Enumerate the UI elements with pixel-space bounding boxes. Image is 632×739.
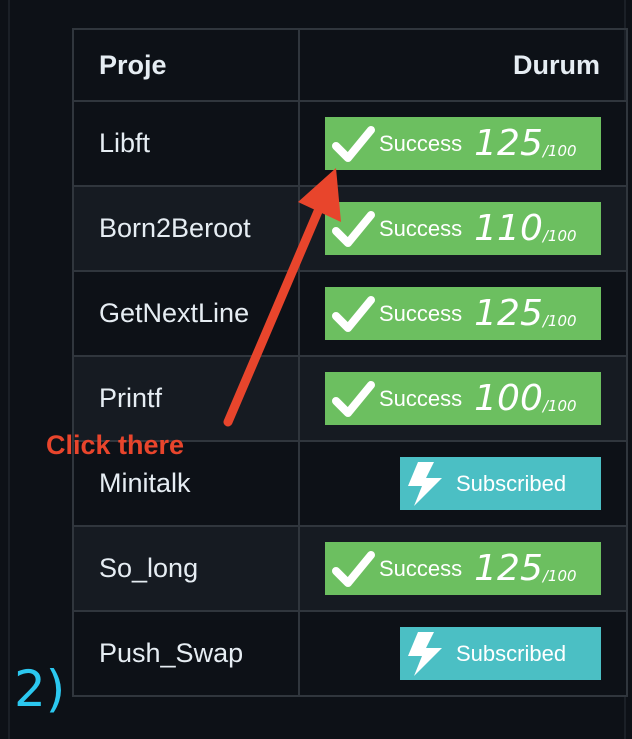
badge-max: /100: [542, 397, 577, 415]
annotation-click-there: Click there: [46, 430, 185, 460]
subscribed-badge[interactable]: Subscribed: [400, 627, 601, 680]
lightning-icon: [408, 461, 442, 506]
project-name[interactable]: Libft: [72, 100, 300, 187]
badge-label: Success: [379, 215, 463, 241]
project-name[interactable]: Push_Swap: [72, 610, 300, 697]
badge-score: 125: [474, 547, 543, 589]
badge-max: /100: [542, 312, 577, 330]
check-icon: [332, 550, 375, 587]
badge-max: /100: [542, 567, 577, 585]
badge-score: 125: [474, 122, 543, 164]
badge-label: Success: [379, 300, 463, 326]
status-cell: Success 125 /100: [298, 270, 628, 357]
project-name[interactable]: Printf: [72, 355, 300, 442]
table-row-so-long: So_long Success 125 /100: [72, 525, 628, 612]
table-row-born2beroot: Born2Beroot Success 110 /100: [72, 185, 628, 272]
badge-label: Success: [379, 385, 463, 411]
badge-score: 100: [474, 377, 543, 419]
table-row-push-swap: Push_Swap Subscribed: [72, 610, 628, 697]
status-cell: Success 125 /100: [298, 100, 628, 187]
badge-label: Subscribed: [456, 640, 567, 666]
success-badge[interactable]: Success 125 /100: [325, 287, 601, 340]
status-cell: Success 100 /100: [298, 355, 628, 442]
project-name[interactable]: Born2Beroot: [72, 185, 300, 272]
status-cell: Subscribed: [298, 440, 628, 527]
table-row-printf: Printf Success 100 /100: [72, 355, 628, 442]
lightning-icon: [408, 631, 442, 676]
table-row-getnextline: GetNextLine Success 125 /100: [72, 270, 628, 357]
badge-max: /100: [542, 142, 577, 160]
project-name[interactable]: GetNextLine: [72, 270, 300, 357]
check-icon: [332, 125, 375, 162]
badge-label: Subscribed: [456, 470, 567, 496]
success-badge[interactable]: Success 100 /100: [325, 372, 601, 425]
badge-label: Success: [379, 555, 463, 581]
badge-max: /100: [542, 227, 577, 245]
badge-score: 110: [474, 207, 543, 249]
projects-table: Proje Durum Libft Success 125 /100 Born2…: [72, 28, 628, 697]
badge-score: 125: [474, 292, 543, 334]
project-name[interactable]: So_long: [72, 525, 300, 612]
badge-label: Success: [379, 130, 463, 156]
step-label: 2): [14, 660, 66, 718]
status-cell: Success 110 /100: [298, 185, 628, 272]
success-badge[interactable]: Success 125 /100: [325, 542, 601, 595]
screenshot-stage: Proje Durum Libft Success 125 /100 Born2…: [0, 0, 632, 739]
status-cell: Success 125 /100: [298, 525, 628, 612]
header-project: Proje: [72, 28, 300, 102]
table-header-row: Proje Durum: [72, 28, 628, 102]
check-icon: [332, 380, 375, 417]
success-badge[interactable]: Success 125 /100: [325, 117, 601, 170]
success-badge[interactable]: Success 110 /100: [325, 202, 601, 255]
status-cell: Subscribed: [298, 610, 628, 697]
subscribed-badge[interactable]: Subscribed: [400, 457, 601, 510]
table-row-libft: Libft Success 125 /100: [72, 100, 628, 187]
check-icon: [332, 295, 375, 332]
header-status: Durum: [298, 28, 628, 102]
left-divider: [8, 0, 10, 739]
check-icon: [332, 210, 375, 247]
